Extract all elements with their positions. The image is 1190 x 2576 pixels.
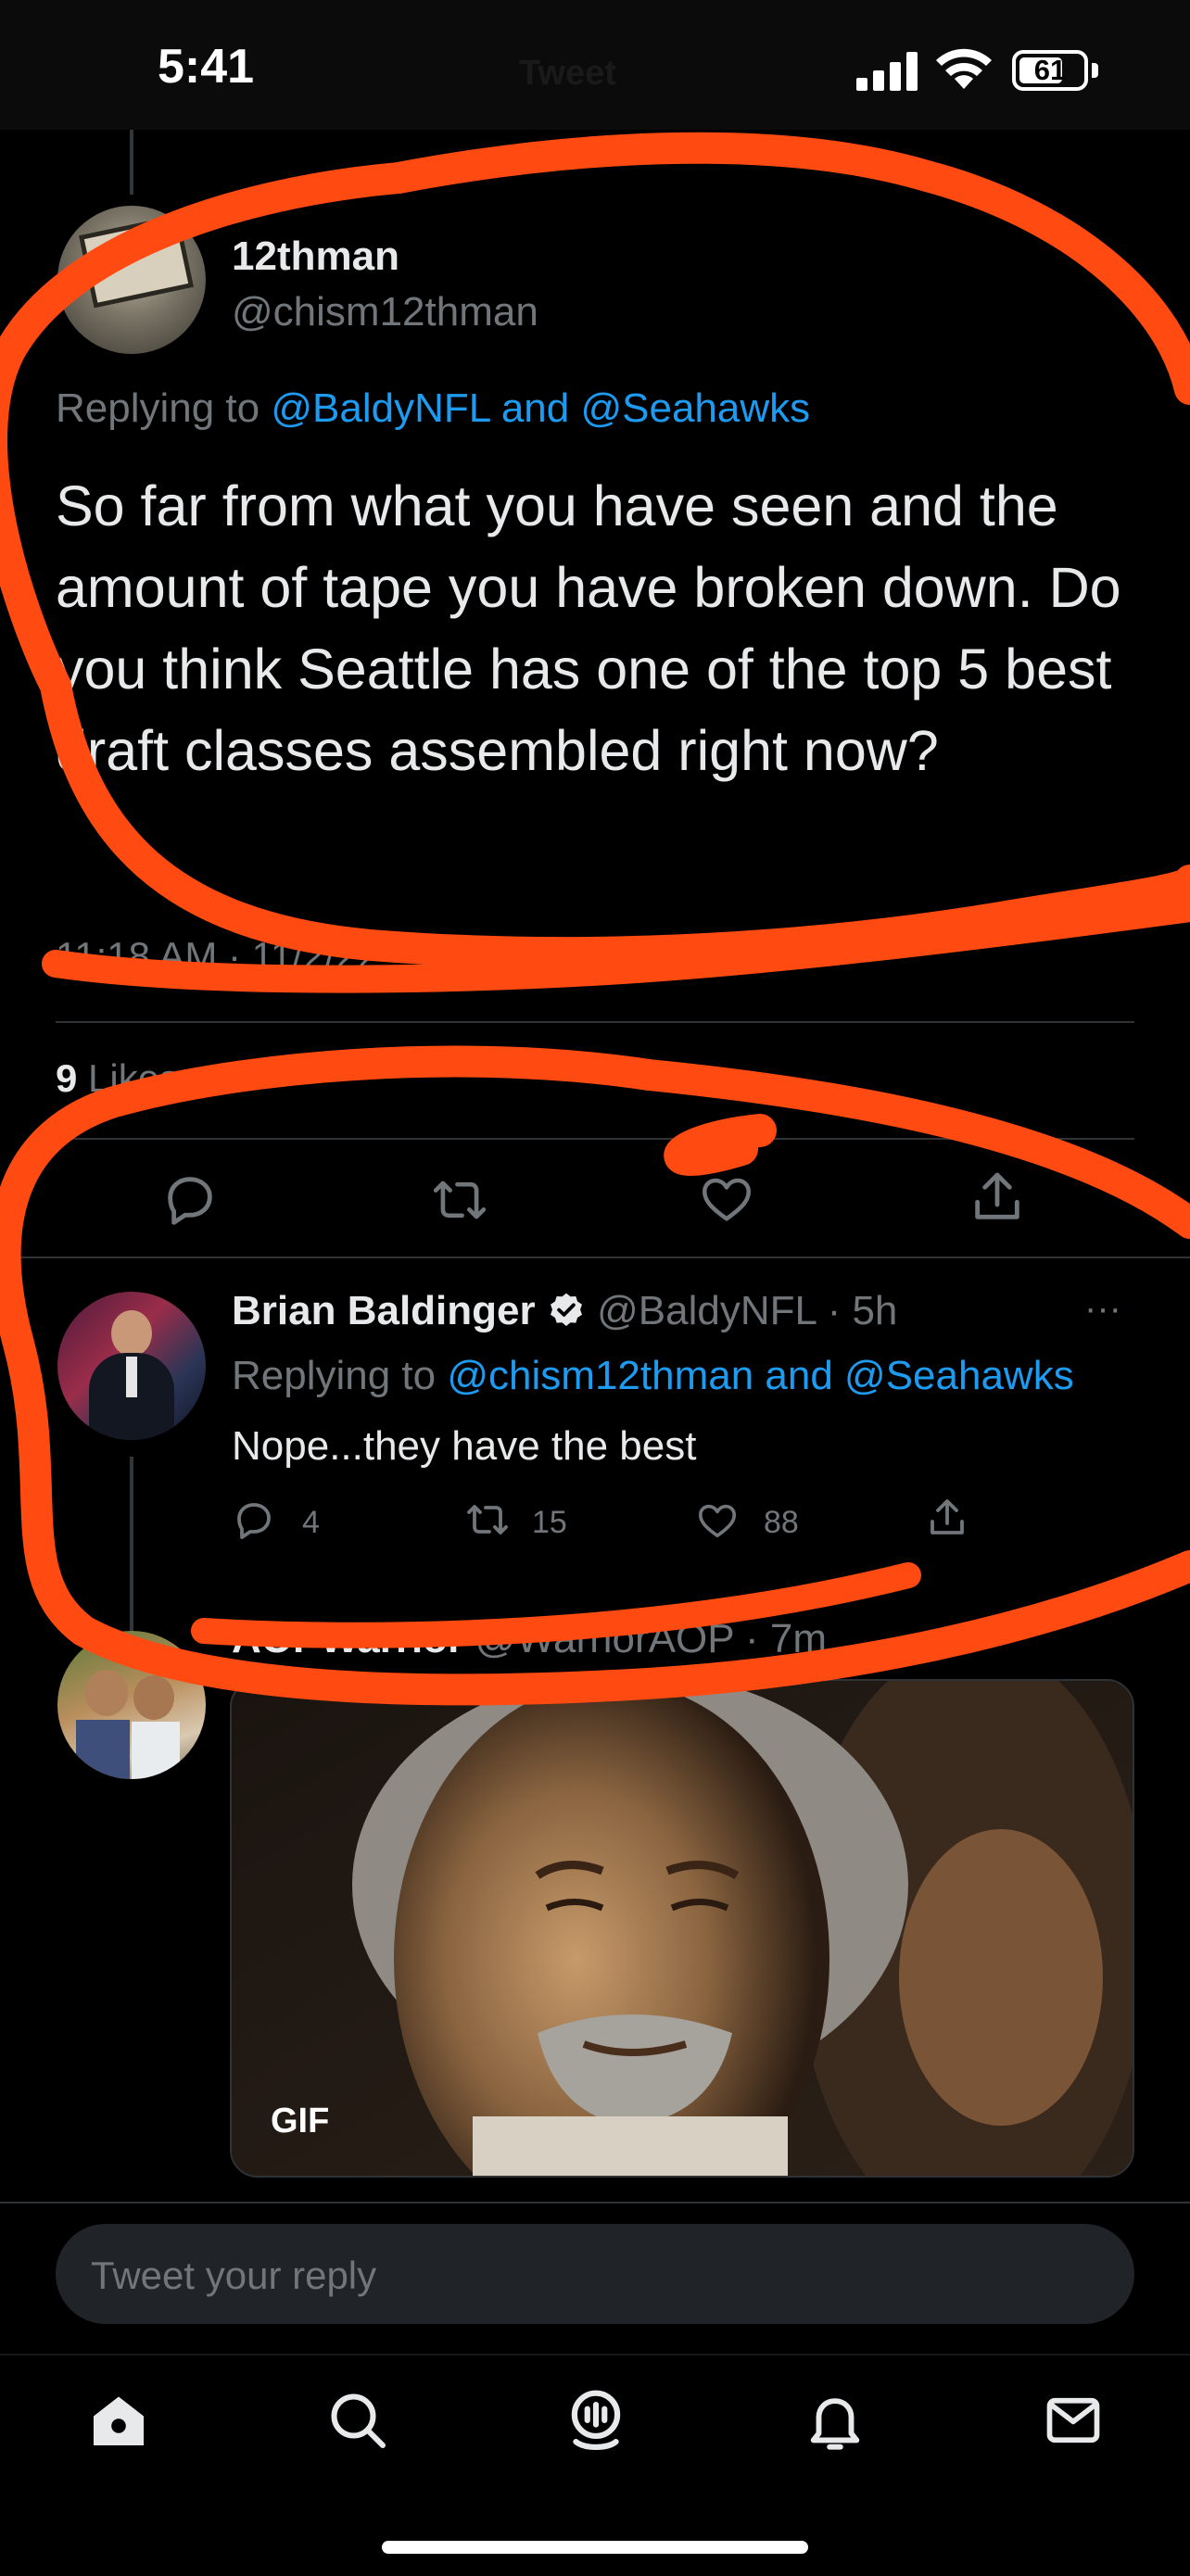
- likes-label: Likes: [88, 1056, 180, 1100]
- like-icon[interactable]: [695, 1499, 740, 1542]
- divider: [0, 1256, 1190, 1258]
- replying-to-link[interactable]: @BaldyNFL and @Seahawks: [271, 385, 810, 431]
- likes-count: 9: [56, 1056, 78, 1100]
- cellular-signal-icon: [856, 52, 919, 91]
- search-icon[interactable]: [324, 2387, 391, 2454]
- tweet-metadata: 11:18 AM · 11/2/22 · Twitter for iPhone: [56, 934, 716, 978]
- divider: [56, 1138, 1134, 1140]
- avatar[interactable]: [57, 1292, 206, 1440]
- home-indicator: [382, 2541, 808, 2554]
- thread-line: [130, 1457, 133, 1633]
- author-handle[interactable]: @WarriorAOP: [475, 1616, 733, 1661]
- home-icon[interactable]: [83, 2387, 154, 2454]
- share-icon[interactable]: [925, 1496, 969, 1540]
- author-name[interactable]: 12thman: [232, 234, 399, 280]
- wifi-icon: [936, 48, 992, 89]
- replying-to: Replying to @chism12thman and @Seahawks: [232, 1353, 1074, 1399]
- tweet-date: 11/2/22: [251, 934, 379, 978]
- gif-media[interactable]: GIF: [230, 1679, 1134, 2178]
- more-options-icon[interactable]: ···: [1084, 1288, 1121, 1330]
- reply-input[interactable]: Tweet your reply: [56, 2224, 1134, 2324]
- avatar[interactable]: [57, 1631, 206, 1779]
- replying-prefix: Replying to: [232, 1353, 437, 1398]
- messages-icon[interactable]: [1040, 2389, 1107, 2452]
- status-time: 5:41: [158, 40, 255, 94]
- like-count: 88: [764, 1505, 799, 1540]
- spaces-icon[interactable]: [562, 2385, 630, 2456]
- avatar[interactable]: [57, 206, 206, 354]
- battery-level: 61: [1033, 54, 1067, 86]
- tweet-age: 7m: [769, 1616, 828, 1661]
- status-bar: 5:41 Tweet 61: [0, 0, 1190, 130]
- gif-badge: GIF: [271, 2102, 330, 2140]
- author-handle[interactable]: @chism12thman: [232, 289, 538, 335]
- battery-cap: [1092, 63, 1098, 78]
- thread-line: [130, 130, 133, 195]
- divider: [0, 2202, 1190, 2203]
- replying-prefix: Replying to: [56, 385, 260, 431]
- tweet-time: 11:18 AM: [56, 934, 218, 978]
- reply-header: Brian Baldinger @BaldyNFL · 5h: [232, 1288, 898, 1333]
- notifications-icon[interactable]: [803, 2387, 867, 2456]
- reply-icon[interactable]: [232, 1497, 276, 1542]
- author-name[interactable]: AOPWarrior: [232, 1616, 463, 1661]
- replying-to-link[interactable]: @chism12thman and @Seahawks: [447, 1353, 1073, 1398]
- gif-image: [232, 1681, 1133, 2176]
- divider: [56, 1021, 1134, 1023]
- tweet-source[interactable]: Twitter for iPhone: [412, 934, 715, 978]
- more-options-icon[interactable]: ···: [1084, 234, 1121, 275]
- tweet-age: 5h: [852, 1288, 898, 1333]
- share-icon[interactable]: [968, 1168, 1027, 1227]
- replying-to: Replying to @BaldyNFL and @Seahawks: [56, 385, 810, 432]
- reply-placeholder: Tweet your reply: [91, 2254, 377, 2297]
- retweet-icon[interactable]: [428, 1171, 491, 1229]
- author-name[interactable]: Brian Baldinger: [232, 1288, 536, 1333]
- third-tweet-header: AOPWarrior @WarriorAOP · 7m: [232, 1616, 828, 1661]
- battery-icon: 61: [1012, 50, 1088, 91]
- tweet-text: So far from what you have seen and the a…: [56, 474, 1121, 782]
- tweet-text: Nope...they have the best: [232, 1423, 697, 1469]
- author-handle[interactable]: @BaldyNFL: [597, 1288, 816, 1333]
- like-icon[interactable]: [697, 1171, 756, 1227]
- retweet-count: 15: [532, 1505, 567, 1540]
- header-title: Tweet: [519, 54, 616, 93]
- verified-badge-icon: [550, 1293, 582, 1326]
- retweet-icon[interactable]: [463, 1497, 512, 1542]
- likes-summary[interactable]: 9 Likes: [56, 1056, 179, 1101]
- reply-count: 4: [302, 1505, 320, 1540]
- reply-icon[interactable]: [159, 1169, 221, 1229]
